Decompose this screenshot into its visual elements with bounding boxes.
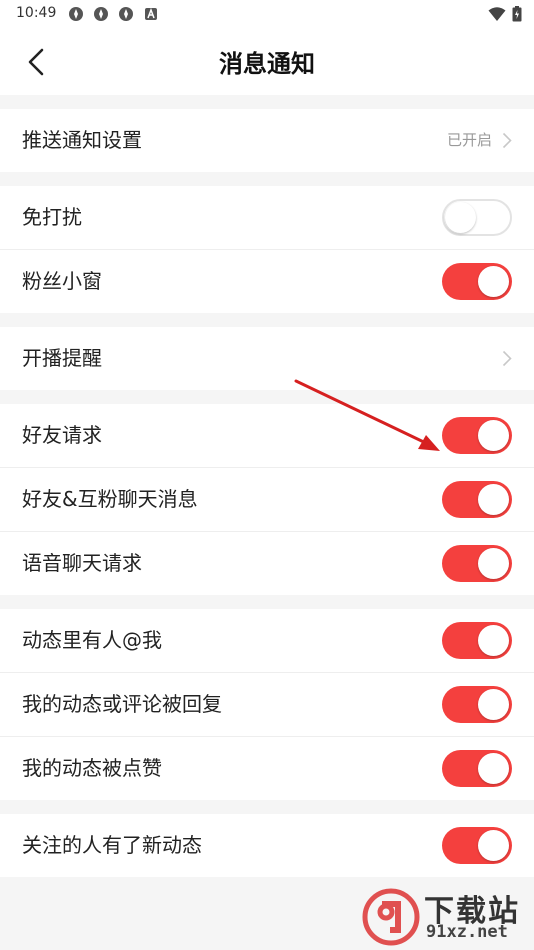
row-push-notification-settings[interactable]: 推送通知设置 已开启 <box>0 109 534 172</box>
status-notification-icons <box>68 6 159 22</box>
watermark-logo-icon <box>362 888 420 946</box>
app-icon <box>119 7 133 21</box>
row-post-liked: 我的动态被点赞 <box>0 736 534 800</box>
row-label: 好友请求 <box>22 423 102 447</box>
row-label: 我的动态或评论被回复 <box>22 692 222 716</box>
mention-in-post-toggle[interactable] <box>442 622 512 659</box>
watermark-url: 91xz.net <box>426 922 508 942</box>
a-badge-icon <box>145 7 157 20</box>
row-do-not-disturb: 免打扰 <box>0 186 534 249</box>
row-voice-chat-request: 语音聊天请求 <box>0 531 534 595</box>
toggle-knob <box>445 202 476 233</box>
site-watermark: 下载站 91xz.net <box>362 886 532 948</box>
battery-icon <box>512 6 522 22</box>
row-label: 动态里有人@我 <box>22 628 162 652</box>
settings-group-friends: 好友请求 好友&互粉聊天消息 语音聊天请求 <box>0 404 534 595</box>
toggle-knob <box>478 625 509 656</box>
toggle-knob <box>478 266 509 297</box>
row-friend-request: 好友请求 <box>0 404 534 467</box>
row-following-new-post: 关注的人有了新动态 <box>0 814 534 877</box>
toggle-knob <box>478 420 509 451</box>
row-live-reminder[interactable]: 开播提醒 <box>0 327 534 390</box>
row-fan-window: 粉丝小窗 <box>0 249 534 313</box>
page-title: 消息通知 <box>219 50 315 78</box>
toggle-knob <box>478 484 509 515</box>
app-icon <box>94 7 108 21</box>
chevron-right-icon <box>502 132 512 149</box>
fan-window-toggle[interactable] <box>442 263 512 300</box>
status-system-icons <box>488 6 522 22</box>
row-status-value: 已开启 <box>446 131 492 149</box>
status-time: 10:49 <box>16 5 57 21</box>
settings-group-push: 推送通知设置 已开启 <box>0 109 534 172</box>
settings-group-disturb: 免打扰 粉丝小窗 <box>0 186 534 313</box>
navigation-header: 消息通知 <box>0 28 534 95</box>
row-label: 推送通知设置 <box>22 128 142 152</box>
row-label: 关注的人有了新动态 <box>22 833 202 857</box>
row-label: 粉丝小窗 <box>22 269 102 293</box>
post-liked-toggle[interactable] <box>442 750 512 787</box>
row-label: 语音聊天请求 <box>22 551 142 575</box>
friend-chat-message-toggle[interactable] <box>442 481 512 518</box>
settings-group-live: 开播提醒 <box>0 327 534 390</box>
row-post-reply: 我的动态或评论被回复 <box>0 672 534 736</box>
voice-chat-request-toggle[interactable] <box>442 545 512 582</box>
row-label: 我的动态被点赞 <box>22 756 162 780</box>
chevron-right-icon <box>502 350 512 367</box>
wifi-icon <box>488 7 506 21</box>
do-not-disturb-toggle[interactable] <box>442 199 512 236</box>
friend-request-toggle[interactable] <box>442 417 512 454</box>
row-friend-chat-message: 好友&互粉聊天消息 <box>0 467 534 531</box>
app-icon <box>69 7 83 21</box>
toggle-knob <box>478 689 509 720</box>
row-label: 开播提醒 <box>22 346 102 370</box>
settings-group-following: 关注的人有了新动态 <box>0 814 534 877</box>
toggle-knob <box>478 548 509 579</box>
post-reply-toggle[interactable] <box>442 686 512 723</box>
row-label: 好友&互粉聊天消息 <box>22 487 198 511</box>
toggle-knob <box>478 830 509 861</box>
status-bar: 10:49 <box>0 0 534 28</box>
row-label: 免打扰 <box>22 205 82 229</box>
following-new-post-toggle[interactable] <box>442 827 512 864</box>
settings-group-posts: 动态里有人@我 我的动态或评论被回复 我的动态被点赞 <box>0 609 534 800</box>
row-mention-in-post: 动态里有人@我 <box>0 609 534 672</box>
toggle-knob <box>478 753 509 784</box>
